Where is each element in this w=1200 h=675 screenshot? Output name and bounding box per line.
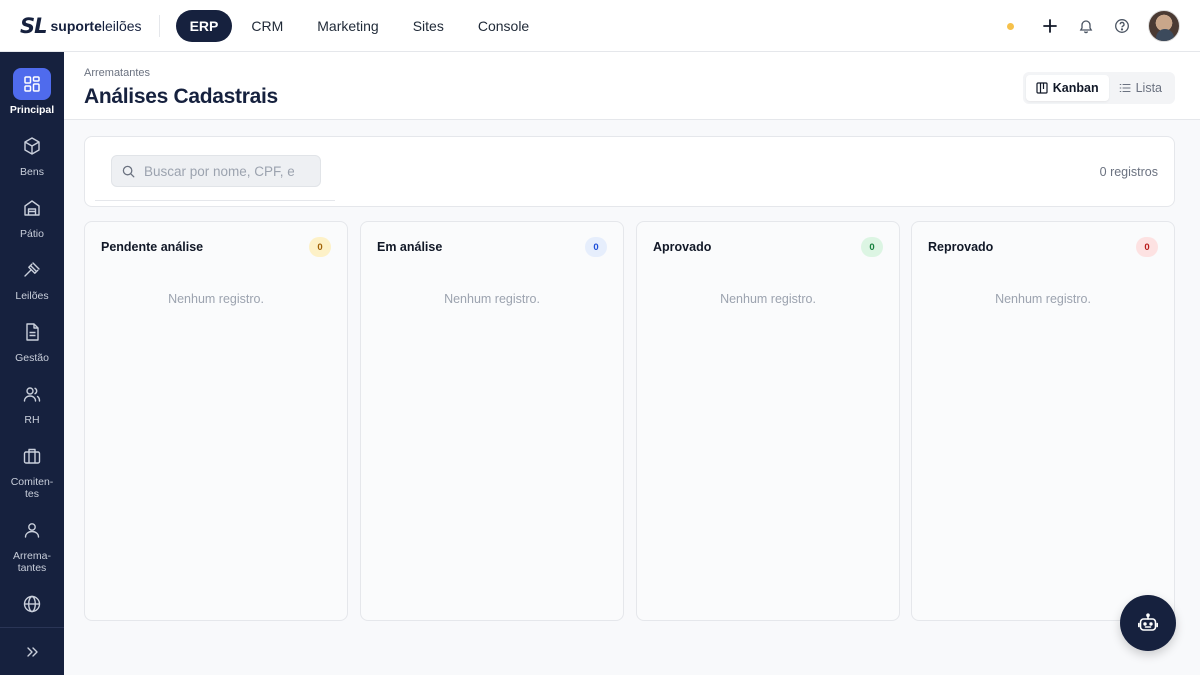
sidebar-item-arrematantes[interactable]: Arrema-tantes	[0, 514, 64, 574]
nav-sites[interactable]: Sites	[398, 10, 459, 42]
sidebar-item-label: Principal	[9, 104, 55, 116]
column-title: Aprovado	[653, 240, 712, 254]
record-count: 0 registros	[1099, 165, 1158, 179]
filter-panel: 0 registros	[84, 136, 1175, 207]
sidebar-item-label: RH	[24, 414, 40, 426]
brand-logo[interactable]: SL suporteleilões	[20, 0, 142, 52]
view-list-label: Lista	[1135, 81, 1162, 95]
kanban-column-em-analise: Em análise 0 Nenhum registro.	[360, 221, 624, 621]
column-title: Pendente análise	[101, 240, 204, 254]
sidebar-item-sites[interactable]	[0, 588, 64, 624]
search-icon	[122, 165, 135, 177]
bell-icon[interactable]	[1076, 16, 1096, 36]
help-icon[interactable]	[1112, 16, 1132, 36]
users-icon	[13, 378, 51, 410]
grid-icon	[13, 68, 51, 100]
view-list-button[interactable]: Lista	[1109, 75, 1172, 101]
main-nav: ERP CRM Marketing Sites Console	[175, 9, 545, 42]
column-count-badge: 0	[309, 237, 331, 257]
nav-crm[interactable]: CRM	[236, 10, 298, 42]
brand-mark: SL	[20, 13, 47, 38]
document-icon	[13, 316, 51, 348]
breadcrumb[interactable]: Arrematantes	[84, 67, 150, 79]
search-input[interactable]	[144, 163, 294, 179]
page-title: Análises Cadastrais	[84, 85, 278, 108]
column-empty-message: Nenhum registro.	[720, 292, 816, 306]
sidebar-item-gestao[interactable]: Gestão	[0, 316, 64, 364]
user-icon	[13, 514, 51, 546]
column-empty-message: Nenhum registro.	[444, 292, 540, 306]
sidebar-item-label: Gestão	[15, 352, 49, 364]
chevrons-right-icon	[27, 646, 38, 657]
sidebar-item-comitentes[interactable]: Comiten-tes	[0, 440, 64, 500]
nav-erp[interactable]: ERP	[175, 9, 233, 42]
column-title: Em análise	[377, 240, 443, 254]
gavel-icon	[13, 254, 51, 286]
sidebar-item-label: Leilões	[15, 290, 49, 302]
sidebar-item-principal[interactable]: Principal	[0, 68, 64, 116]
kanban-icon	[1036, 82, 1048, 94]
globe-icon	[13, 588, 51, 620]
column-empty-message: Nenhum registro.	[168, 292, 264, 306]
nav-console[interactable]: Console	[463, 10, 544, 42]
avatar[interactable]	[1148, 10, 1180, 42]
logo-divider	[158, 14, 160, 37]
status-dot	[1007, 22, 1014, 30]
sidebar-item-rh[interactable]: RH	[0, 378, 64, 426]
view-toggle: Kanban Lista	[1022, 72, 1175, 104]
kanban-column-pendente: Pendente análise 0 Nenhum registro.	[84, 221, 348, 621]
sidebar-item-bens[interactable]: Bens	[0, 130, 64, 178]
sidebar-item-label: Comiten-tes	[10, 476, 54, 500]
list-icon	[1119, 83, 1131, 93]
sidebar-item-label: Arrema-tantes	[13, 550, 51, 574]
page-header: Arrematantes Análises Cadastrais Kanban …	[64, 52, 1200, 120]
search-divider	[95, 200, 335, 201]
column-count-badge: 0	[585, 237, 607, 257]
nav-marketing[interactable]: Marketing	[302, 10, 393, 42]
top-actions	[1007, 0, 1180, 52]
column-count-badge: 0	[861, 237, 883, 257]
warehouse-icon	[13, 192, 51, 224]
sidebar-expand-button[interactable]	[0, 627, 64, 675]
column-empty-message: Nenhum registro.	[995, 292, 1091, 306]
top-bar: SL suporteleilões ERP CRM Marketing Site…	[0, 0, 1200, 52]
sidebar-item-label: Bens	[20, 166, 44, 178]
sidebar: Principal Bens Pátio Leilões Gestão RH C…	[0, 52, 64, 675]
box-icon	[13, 130, 51, 162]
search-box	[111, 155, 321, 187]
kanban-column-aprovado: Aprovado 0 Nenhum registro.	[636, 221, 900, 621]
view-kanban-button[interactable]: Kanban	[1025, 75, 1109, 101]
sidebar-item-label: Pátio	[20, 228, 44, 240]
briefcase-icon	[13, 440, 51, 472]
sidebar-item-patio[interactable]: Pátio	[0, 192, 64, 240]
brand-name: suporteleilões	[50, 17, 142, 34]
view-kanban-label: Kanban	[1052, 81, 1099, 95]
column-title: Reprovado	[928, 240, 994, 254]
assistant-button[interactable]	[1120, 595, 1176, 651]
kanban-column-reprovado: Reprovado 0 Nenhum registro.	[911, 221, 1175, 621]
column-count-badge: 0	[1136, 237, 1158, 257]
robot-icon	[1138, 613, 1158, 631]
sidebar-item-leiloes[interactable]: Leilões	[0, 254, 64, 302]
plus-icon[interactable]	[1040, 16, 1060, 36]
